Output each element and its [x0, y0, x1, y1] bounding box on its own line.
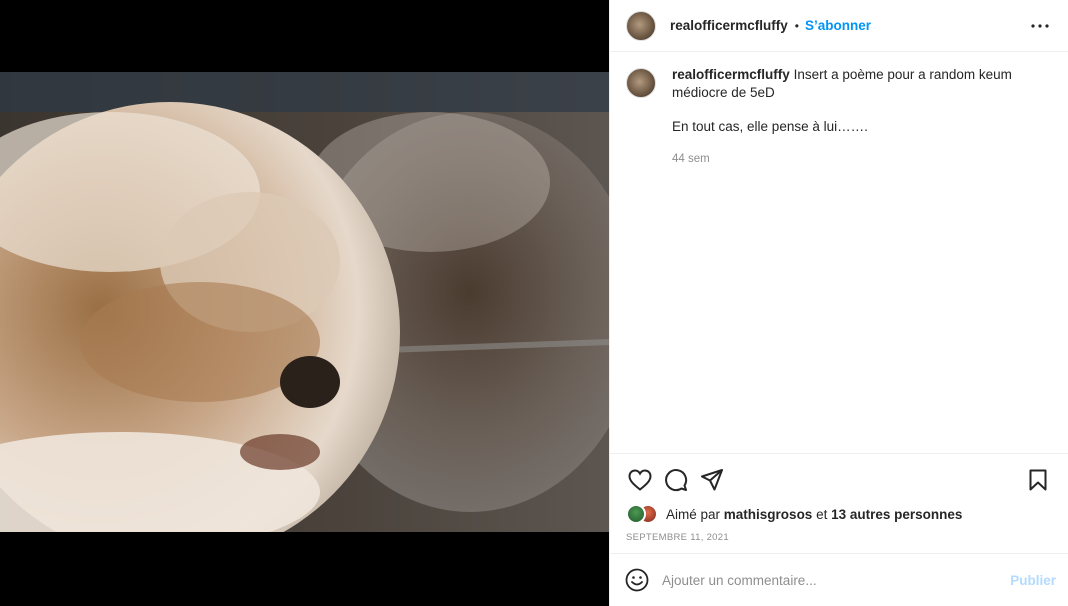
author-avatar[interactable] — [626, 10, 656, 41]
action-icon-row — [622, 460, 1056, 500]
heart-icon[interactable] — [622, 462, 658, 498]
caption-author-avatar[interactable] — [626, 68, 656, 98]
post-side-panel: realofficermcfluffy • S’abonner realoffi… — [609, 0, 1068, 606]
bookmark-icon[interactable] — [1020, 462, 1056, 498]
send-icon[interactable] — [694, 462, 730, 498]
post-photo-dog[interactable] — [0, 72, 609, 532]
comments-area: realofficermcfluffy Insert a poème pour … — [610, 52, 1068, 453]
more-options-icon[interactable] — [1028, 14, 1052, 38]
liker-avatar — [626, 504, 646, 524]
emoji-icon[interactable] — [624, 567, 650, 593]
author-username[interactable]: realofficermcfluffy — [670, 18, 788, 33]
add-comment-bar: Publier — [610, 553, 1068, 606]
caption-second-paragraph: En tout cas, elle pense à lui……. — [672, 119, 868, 134]
other-likers-link[interactable]: 13 autres personnes — [831, 507, 962, 522]
post-header: realofficermcfluffy • S’abonner — [610, 0, 1068, 52]
likes-summary: Aimé par mathisgrosos et 13 autres perso… — [622, 500, 1056, 524]
instagram-post-modal: realofficermcfluffy • S’abonner realoffi… — [0, 0, 1068, 606]
first-liker-username[interactable]: mathisgrosos — [724, 507, 813, 522]
follow-button[interactable]: S’abonner — [805, 18, 871, 33]
caption-body: realofficermcfluffy Insert a poème pour … — [672, 66, 1052, 168]
likes-prefix: Aimé par — [666, 506, 721, 522]
caption-timestamp[interactable]: 44 sem — [672, 150, 1052, 168]
caption: realofficermcfluffy Insert a poème pour … — [626, 66, 1052, 168]
caption-username[interactable]: realofficermcfluffy — [672, 67, 790, 82]
header-separator: • — [794, 18, 799, 33]
publish-button[interactable]: Publier — [1010, 573, 1056, 588]
post-media — [0, 0, 609, 606]
post-date[interactable]: SEPTEMBRE 11, 2021 — [622, 524, 1056, 553]
likes-conjunction: et — [816, 506, 828, 522]
post-actions: Aimé par mathisgrosos et 13 autres perso… — [610, 453, 1068, 553]
comment-icon[interactable] — [658, 462, 694, 498]
comment-input[interactable] — [662, 572, 1003, 588]
liker-avatars[interactable] — [626, 504, 660, 524]
